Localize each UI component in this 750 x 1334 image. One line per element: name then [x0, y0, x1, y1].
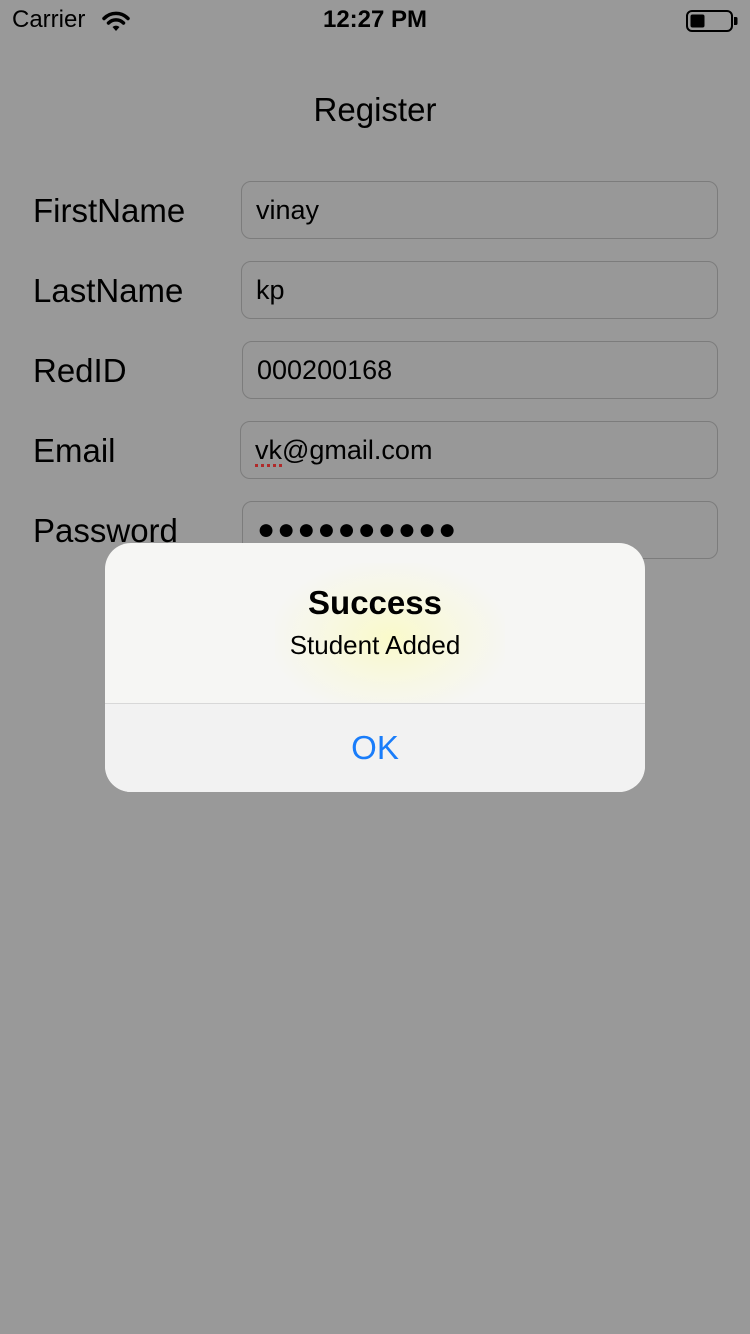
success-alert: Success Student Added OK	[105, 543, 645, 792]
email-label: Email	[33, 432, 116, 469]
email-domain-segment: @gmail.com	[282, 435, 433, 465]
email-field[interactable]: vk@gmail.com	[240, 421, 718, 479]
alert-message: Student Added	[289, 630, 461, 660]
email-row: Email vk@gmail.com	[0, 421, 750, 481]
alert-title: Success	[308, 584, 442, 621]
status-bar: Carrier 12:27 PM	[0, 0, 750, 40]
register-screen: Carrier 12:27 PM Register FirstName vina…	[0, 0, 750, 1334]
email-spellcheck-segment: vk	[255, 435, 282, 465]
ok-button[interactable]: OK	[105, 704, 645, 792]
status-time: 12:27 PM	[322, 6, 428, 33]
first-name-row: FirstName vinay	[0, 181, 750, 241]
first-name-label: FirstName	[33, 192, 186, 229]
red-id-field[interactable]: 000200168	[242, 341, 718, 399]
red-id-row: RedID 000200168	[0, 341, 750, 401]
battery-icon	[686, 10, 738, 32]
page-title: Register	[313, 91, 437, 128]
red-id-label: RedID	[33, 352, 127, 389]
last-name-field[interactable]: kp	[241, 261, 718, 319]
last-name-label: LastName	[33, 272, 184, 309]
first-name-field[interactable]: vinay	[241, 181, 718, 239]
last-name-row: LastName kp	[0, 261, 750, 321]
